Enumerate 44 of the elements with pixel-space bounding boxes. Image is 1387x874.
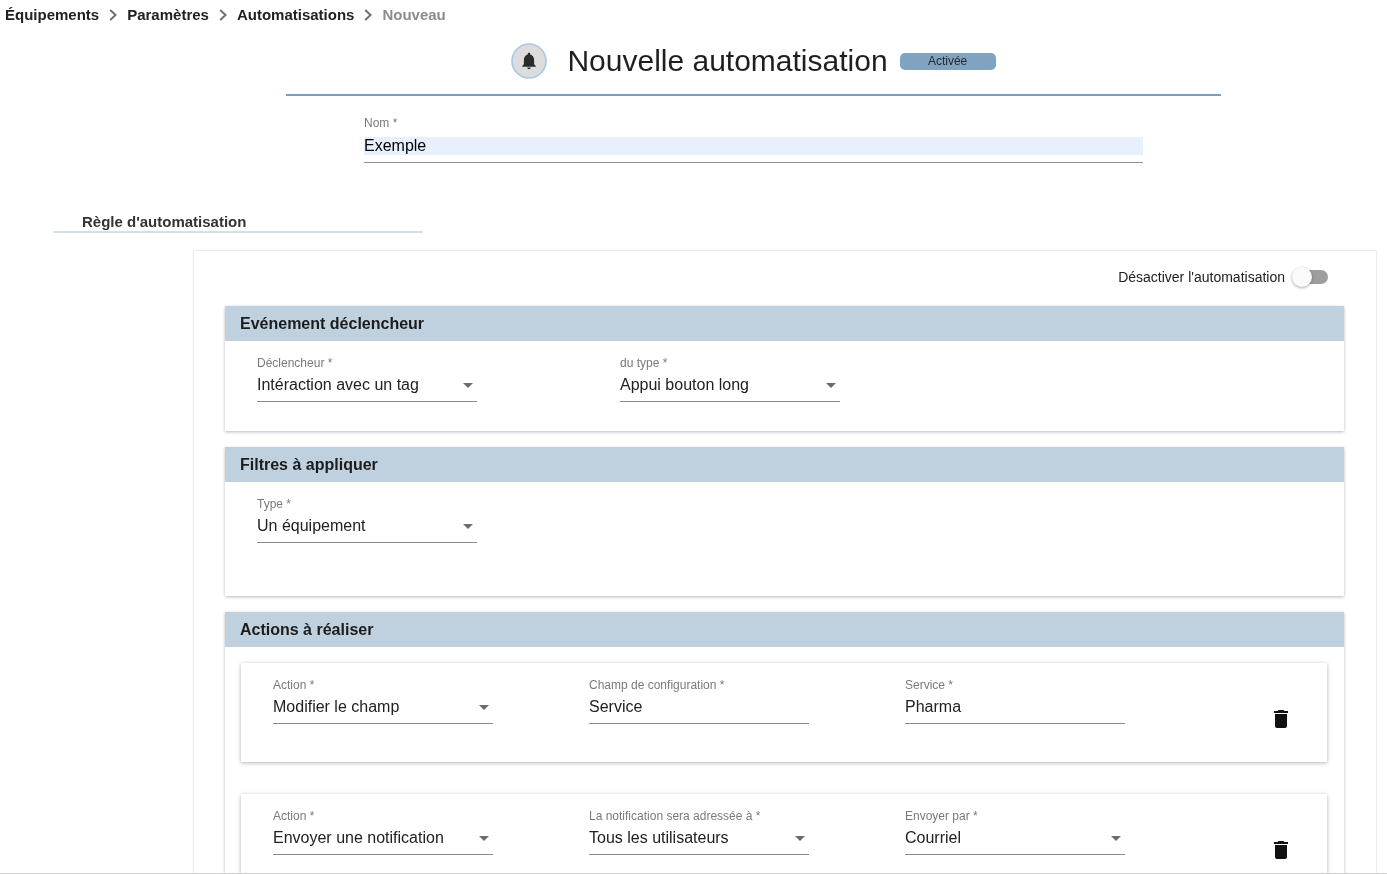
breadcrumb-link[interactable]: Paramètres	[127, 6, 209, 24]
text-field[interactable]: Pharma	[905, 692, 1125, 724]
bell-icon	[511, 43, 548, 79]
caret-icon	[1111, 835, 1121, 841]
select-field[interactable]: Un équipement	[257, 511, 477, 543]
field-label: Action *	[273, 678, 316, 692]
trash-icon[interactable]	[1274, 841, 1288, 859]
select-field[interactable]: Modifier le champ	[273, 692, 493, 724]
caret-icon	[463, 382, 473, 388]
caret-icon	[479, 835, 489, 841]
breadcrumb-link[interactable]: Équipements	[5, 6, 100, 24]
field-label: Envoyer par *	[905, 809, 979, 823]
section-header: Actions à réaliser	[225, 612, 1344, 647]
breadcrumb-link[interactable]: Automatisations	[236, 6, 355, 24]
field-label: La notification sera adressée à *	[589, 809, 762, 823]
select-field[interactable]: Appui bouton long	[620, 370, 840, 402]
field-label: Action *	[273, 809, 316, 823]
select-field[interactable]: Envoyer une notification	[273, 823, 493, 855]
caret-icon	[463, 523, 473, 529]
chevron-right-icon	[364, 9, 373, 21]
trash-icon[interactable]	[1274, 710, 1288, 728]
field-label: Service *	[905, 678, 955, 692]
field-label: Champ de configuration *	[589, 678, 726, 692]
section-header: Evénement déclencheur	[225, 306, 1344, 341]
chevron-right-icon	[109, 9, 118, 21]
select-field[interactable]: Tous les utilisateurs	[589, 823, 809, 855]
field-label: Nom *	[364, 116, 399, 130]
caret-icon	[795, 835, 805, 841]
page-title: Nouvelle automatisation	[567, 43, 888, 79]
caret-icon	[826, 382, 836, 388]
select-field[interactable]: Intéraction avec un tag	[257, 370, 477, 402]
toggle-switch[interactable]	[1292, 267, 1328, 287]
text-field[interactable]: Service	[589, 692, 809, 724]
chevron-right-icon	[218, 9, 227, 21]
status-badge: Activée	[899, 52, 996, 70]
field-label: Type *	[257, 497, 293, 511]
select-field[interactable]: Courriel	[905, 823, 1125, 855]
toggle-label: Désactiver l'automatisation	[1118, 268, 1285, 287]
caret-icon	[479, 704, 489, 710]
field-label: du type *	[620, 356, 669, 370]
section-header: Filtres à appliquer	[225, 447, 1344, 482]
rule-tab[interactable]: Règle d'automatisation	[53, 213, 423, 233]
field-label: Déclencheur *	[257, 356, 334, 370]
name-input[interactable]: Exemple	[364, 137, 1143, 163]
